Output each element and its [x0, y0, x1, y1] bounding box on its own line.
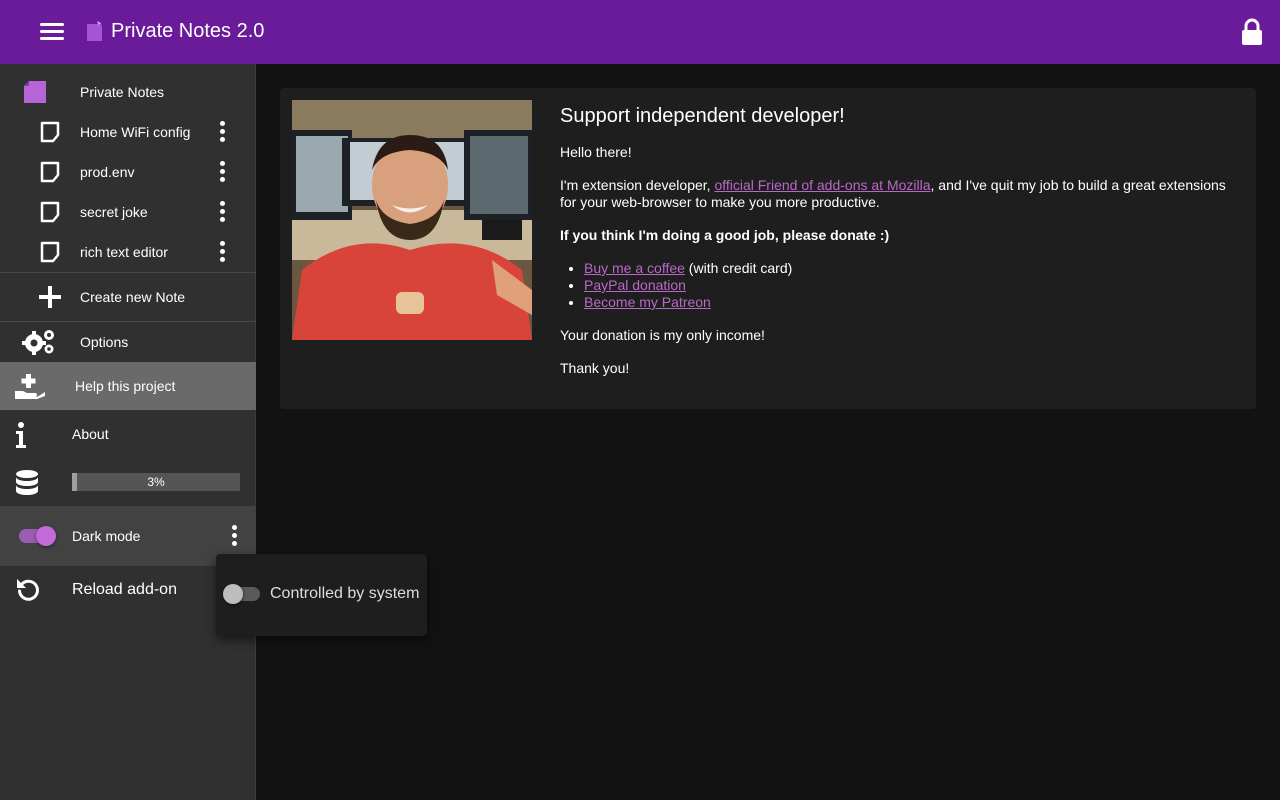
sidebar-item-options[interactable]: Options: [0, 322, 256, 362]
sidebar-item-about[interactable]: About: [0, 410, 256, 458]
toggle-knob: [36, 526, 56, 546]
dark-mode-menu-popup: Controlled by system: [216, 554, 427, 636]
thanks-text: Thank you!: [560, 360, 630, 376]
note-icon: [40, 241, 60, 263]
note-label: rich text editor: [80, 244, 168, 260]
lock-icon[interactable]: [1240, 18, 1264, 46]
about-label: About: [72, 426, 109, 442]
notebook-icon: [24, 81, 46, 103]
list-item: PayPal donation: [584, 277, 1240, 294]
reload-icon: [17, 579, 39, 601]
note-label: prod.env: [80, 164, 135, 180]
link-suffix: (with credit card): [684, 260, 793, 276]
donation-links-list: Buy me a coffee (with credit card) PayPa…: [584, 260, 1240, 311]
more-options-icon[interactable]: [218, 200, 226, 224]
support-card: Support independent developer! Hello the…: [280, 88, 1256, 409]
greeting-text: Hello there!: [560, 144, 632, 160]
buy-coffee-link[interactable]: Buy me a coffee: [584, 260, 685, 276]
developer-photo: [292, 100, 532, 340]
income-note: Your donation is my only income!: [560, 327, 765, 343]
database-icon: [16, 470, 38, 495]
storage-percent: 3%: [147, 475, 165, 489]
support-heading: Support independent developer!: [560, 105, 845, 127]
help-label: Help this project: [75, 378, 176, 394]
note-label: Home WiFi config: [80, 124, 191, 140]
support-content: Support independent developer! Hello the…: [560, 104, 1240, 393]
sidebar-item-help[interactable]: Help this project: [0, 362, 256, 410]
info-icon: [16, 422, 26, 448]
storage-usage: 3%: [0, 464, 256, 502]
options-label: Options: [80, 334, 129, 350]
app-title: Private Notes 2.0: [111, 20, 265, 42]
note-icon: [40, 161, 60, 183]
intro-paragraph: I'm extension developer, official Friend…: [560, 177, 1240, 211]
dark-mode-label: Dark mode: [72, 528, 141, 544]
note-item[interactable]: Home WiFi config: [0, 112, 256, 152]
sidebar: Private Notes Home WiFi config prod.env …: [0, 64, 256, 800]
more-options-icon[interactable]: [218, 160, 226, 184]
storage-progress-bar: 3%: [72, 473, 240, 491]
reload-label: Reload add-on: [72, 581, 177, 598]
gears-icon: [22, 330, 54, 355]
intro-text: I'm extension developer,: [560, 177, 715, 193]
more-options-icon[interactable]: [230, 524, 238, 548]
app-logo-icon: [87, 21, 102, 41]
note-item[interactable]: prod.env: [0, 152, 256, 192]
note-item[interactable]: secret joke: [0, 192, 256, 232]
more-options-icon[interactable]: [218, 240, 226, 264]
controlled-by-system-toggle[interactable]: [222, 582, 262, 606]
note-icon: [40, 121, 60, 143]
note-icon: [40, 201, 60, 223]
list-item: Become my Patreon: [584, 294, 1240, 311]
dark-mode-toggle[interactable]: [17, 524, 57, 548]
create-note-button[interactable]: Create new Note: [0, 273, 256, 321]
mozilla-friend-link[interactable]: official Friend of add-ons at Mozilla: [714, 177, 930, 193]
controlled-by-system-label: Controlled by system: [270, 585, 420, 602]
patreon-link[interactable]: Become my Patreon: [584, 294, 711, 310]
sidebar-item-label: Private Notes: [80, 84, 165, 100]
note-item[interactable]: rich text editor: [0, 232, 256, 272]
create-note-label: Create new Note: [80, 289, 186, 305]
sidebar-item-private-notes[interactable]: Private Notes: [0, 72, 256, 112]
hamburger-menu-button[interactable]: [36, 18, 68, 46]
more-options-icon[interactable]: [218, 120, 226, 144]
list-item: Buy me a coffee (with credit card): [584, 260, 1240, 277]
note-label: secret joke: [80, 204, 148, 220]
plus-icon: [39, 286, 61, 308]
donate-prompt: If you think I'm doing a good job, pleas…: [560, 227, 890, 243]
toggle-knob: [223, 584, 243, 604]
hand-holding-medical-icon: [15, 374, 45, 399]
paypal-donation-link[interactable]: PayPal donation: [584, 277, 686, 293]
app-header: Private Notes 2.0: [0, 0, 1280, 64]
